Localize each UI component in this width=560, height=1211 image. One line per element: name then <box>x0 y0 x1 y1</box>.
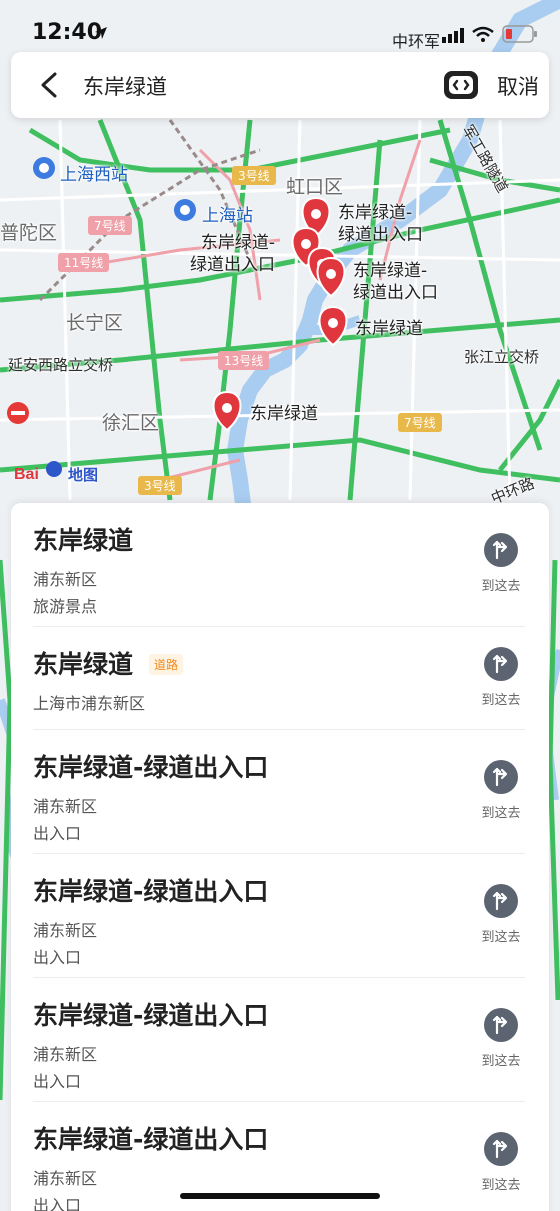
route-icon <box>484 1008 518 1042</box>
map-pin-label: 东岸绿道 <box>250 404 318 424</box>
go-here-label: 到这去 <box>481 579 521 594</box>
go-here-button[interactable]: 到这去 <box>477 884 525 945</box>
result-item[interactable]: 东岸绿道 道路 上海市浦东新区 到这去 <box>11 627 549 729</box>
go-here-label: 到这去 <box>481 1178 521 1193</box>
status-time: 12:40 <box>32 20 103 45</box>
voice-assistant-icon[interactable] <box>442 68 480 102</box>
district-label: 虹口区 <box>286 176 344 198</box>
go-here-label: 到这去 <box>481 1054 521 1069</box>
station-label: 上海站 <box>202 206 253 226</box>
battery-icon <box>502 25 537 43</box>
result-item[interactable]: 东岸绿道 浦东新区 旅游景点 到这去 <box>11 503 549 627</box>
route-icon <box>484 884 518 918</box>
result-district: 浦东新区 <box>33 570 98 589</box>
metro-line-badge: 13号线 <box>218 351 270 370</box>
map-pin-label: 东岸绿道- 绿道出入口 <box>353 261 438 303</box>
go-here-button[interactable]: 到这去 <box>477 1132 525 1193</box>
go-here-button[interactable]: 到这去 <box>477 760 525 821</box>
result-item[interactable]: 东岸绿道-绿道出入口 浦东新区 出入口 到这去 <box>11 730 549 854</box>
search-bar: 东岸绿道 取消 <box>11 52 549 118</box>
go-here-button[interactable]: 到这去 <box>477 1008 525 1069</box>
district-label: 普陀区 <box>0 222 58 244</box>
search-input[interactable]: 东岸绿道 <box>83 71 167 101</box>
result-title[interactable]: 东岸绿道-绿道出入口 <box>33 748 268 784</box>
cancel-button[interactable]: 取消 <box>497 71 539 101</box>
route-icon <box>484 1132 518 1166</box>
result-category: 出入口 <box>33 824 82 843</box>
go-here-button[interactable]: 到这去 <box>477 647 525 708</box>
result-title[interactable]: 东岸绿道-绿道出入口 <box>33 872 268 908</box>
result-district: 浦东新区 <box>33 1169 98 1188</box>
result-title[interactable]: 东岸绿道-绿道出入口 <box>33 1120 268 1156</box>
road-tag-badge: 道路 <box>149 654 184 675</box>
home-indicator[interactable] <box>180 1193 380 1199</box>
go-here-label: 到这去 <box>481 930 521 945</box>
go-here-label: 到这去 <box>481 806 521 821</box>
metro-line-badge: 11号线 <box>58 253 110 272</box>
go-here-label: 到这去 <box>481 693 521 708</box>
svg-text:Bai: Bai <box>14 466 39 483</box>
map-pin-label: 东岸绿道- 绿道出入口 <box>338 203 423 245</box>
route-icon <box>484 533 518 567</box>
station-label: 上海西站 <box>60 165 128 185</box>
map-pin-label: 东岸绿道 <box>355 319 423 339</box>
status-road-hint: 中环军 <box>392 32 441 51</box>
map-pin-label: 东岸绿道- 绿道出入口 <box>190 233 275 275</box>
route-icon <box>484 760 518 794</box>
back-button[interactable] <box>35 70 63 100</box>
metro-line-badge: 7号线 <box>88 216 132 235</box>
metro-line-badge: 7号线 <box>398 413 442 432</box>
signal-icon <box>442 28 464 43</box>
district-label: 长宁区 <box>66 312 124 334</box>
status-bar: 12:40 中环军 <box>0 0 560 56</box>
metro-line-badge: 3号线 <box>138 476 182 495</box>
result-district: 浦东新区 <box>33 921 98 940</box>
station-icon <box>174 199 196 221</box>
wifi-icon <box>472 26 494 42</box>
result-district: 浦东新区 <box>33 1045 98 1064</box>
result-category: 出入口 <box>33 948 82 967</box>
metro-line-badge: 3号线 <box>232 166 276 185</box>
map-logo-text: 地图 <box>68 466 99 484</box>
location-arrow-icon <box>95 27 107 39</box>
result-address: 上海市浦东新区 <box>33 694 146 713</box>
result-title[interactable]: 东岸绿道 <box>33 521 133 557</box>
result-item[interactable]: 东岸绿道-绿道出入口 浦东新区 出入口 到这去 <box>11 854 549 978</box>
go-here-button[interactable]: 到这去 <box>477 533 525 594</box>
district-label: 徐汇区 <box>102 412 160 434</box>
result-category: 旅游景点 <box>33 597 98 616</box>
result-category: 出入口 <box>33 1196 82 1211</box>
station-icon <box>33 157 55 179</box>
road-label: 张江立交桥 <box>464 348 540 366</box>
result-title[interactable]: 东岸绿道-绿道出入口 <box>33 996 268 1032</box>
results-panel[interactable]: 东岸绿道 浦东新区 旅游景点 到这去 东岸绿道 道路 上海市浦东新区 到这去 东… <box>11 503 549 1211</box>
result-title[interactable]: 东岸绿道 <box>33 645 133 681</box>
no-entry-icon <box>7 402 29 424</box>
route-icon <box>484 647 518 681</box>
result-category: 出入口 <box>33 1072 82 1091</box>
result-district: 浦东新区 <box>33 797 98 816</box>
result-item[interactable]: 东岸绿道-绿道出入口 浦东新区 出入口 到这去 <box>11 978 549 1102</box>
road-label: 延安西路立交桥 <box>8 356 114 374</box>
